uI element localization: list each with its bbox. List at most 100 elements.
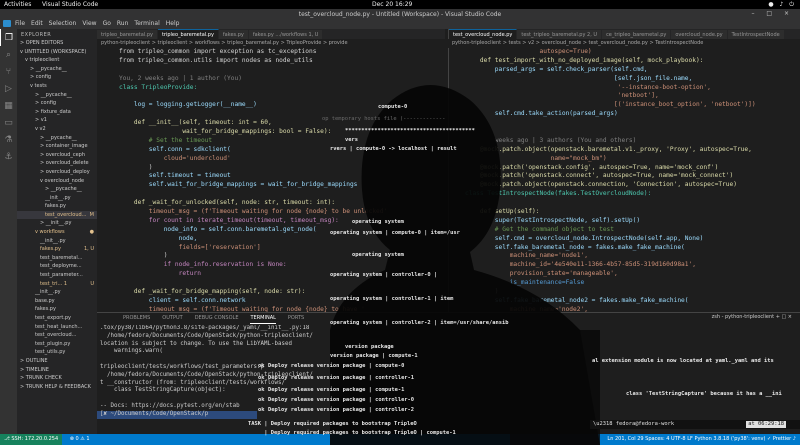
tree-item[interactable]: test_overcloud... M	[17, 210, 97, 220]
menu-terminal[interactable]: Terminal	[134, 19, 159, 29]
menu-selection[interactable]: Selection	[49, 19, 77, 29]
editor-tab[interactable]: TestIntrospectNode	[727, 30, 785, 39]
clock[interactable]: Dec 20 16:29	[372, 1, 412, 8]
panel-tab-problems[interactable]: PROBLEMS	[123, 313, 150, 323]
tree-item[interactable]: fakes.py	[17, 305, 97, 314]
terminal-selector[interactable]: zsh - python-tripleoclient + □ ×	[712, 314, 792, 320]
panel-tab-terminal[interactable]: TERMINAL	[250, 313, 276, 324]
tree-item[interactable]: v workflows ●	[17, 228, 97, 237]
source-control-icon[interactable]: ⑂	[0, 63, 17, 80]
tree-item[interactable]: > overcloud_deploy	[17, 168, 97, 177]
editor-tab[interactable]: test_overcloud_node.py	[449, 29, 518, 39]
tree-item[interactable]: > container_image	[17, 142, 97, 151]
code-line: autospec=True)	[465, 48, 592, 55]
tree-item[interactable]: test_overcloud...	[17, 331, 97, 340]
tree-item[interactable]: v tests	[17, 82, 97, 91]
tree-item[interactable]: test_tri... 1 U	[17, 280, 97, 289]
code-line: @mock.patch('openstack.config', autospec…	[465, 163, 719, 171]
tree-item[interactable]: > overcloud_delete	[17, 159, 97, 168]
tree-item[interactable]: > __pycache__	[17, 65, 97, 74]
testing-icon[interactable]: ⚗	[0, 131, 17, 148]
tree-item[interactable]: v UNTITLED (WORKSPACE)	[17, 48, 97, 57]
editor-tab[interactable]: overcloud_node.py	[671, 30, 728, 39]
tree-item[interactable]: fakes.py	[17, 202, 97, 211]
menu-run[interactable]: Run	[117, 19, 129, 29]
tree-item[interactable]: test_plugin.py	[17, 340, 97, 349]
docker-icon[interactable]: ⚓	[0, 148, 17, 165]
menu-edit[interactable]: Edit	[31, 19, 43, 29]
terminal-line: t __constructor (from: tripleoclient/tes…	[100, 379, 285, 386]
breadcrumb-left[interactable]: python-tripleoclient > tripleoclient > w…	[97, 40, 445, 47]
terminal-line: tripleoclient/tests/workflows/test_param…	[100, 363, 265, 370]
code-line: def test_import_with_no_deployed_image(s…	[465, 56, 704, 64]
tree-item[interactable]: > fixture_data	[17, 108, 97, 117]
tree-item[interactable]: v tripleoclient	[17, 56, 97, 65]
breadcrumb-right[interactable]: python-tripleoclient > tests > v2 > over…	[448, 40, 800, 47]
tree-item-label: v tests	[30, 82, 47, 89]
tree-item[interactable]: test_baremetal...	[17, 254, 97, 263]
extensions-icon[interactable]: ▦	[0, 97, 17, 114]
activities-button[interactable]: Activities	[4, 1, 31, 8]
code-editor-right[interactable]: autospec=True) def test_import_with_no_d…	[448, 48, 800, 312]
remote-indicator[interactable]: ⎇ SSH: 172.20.0.254	[0, 434, 63, 445]
tree-item-label: v tripleoclient	[25, 57, 60, 64]
tree-item[interactable]: > __pycache__	[17, 91, 97, 100]
remote-explorer-icon[interactable]: ▭	[0, 114, 17, 131]
tree-item[interactable]: __init__.py	[17, 237, 97, 246]
window-controls[interactable]: – □ ×	[751, 10, 794, 17]
system-tray[interactable]: ● ♪ ⏻	[768, 1, 796, 9]
editor-tab[interactable]: fakes.py	[218, 30, 249, 39]
menu-help[interactable]: Help	[166, 19, 180, 29]
tree-item-label: > overcloud_ceph	[40, 151, 86, 158]
menu-go[interactable]: Go	[103, 19, 111, 29]
code-editor-left[interactable]: from tripleo_common import exception as …	[97, 48, 445, 312]
status-right-items[interactable]: Ln 201, Col 29 Spaces: 4 UTF-8 LF Python…	[607, 434, 796, 445]
tree-item[interactable]: > TRUNK CHECK	[17, 374, 97, 383]
tree-item[interactable]: > OUTLINE	[17, 357, 97, 366]
tree-item[interactable]: test_parameter...	[17, 271, 97, 280]
files-icon[interactable]: ❐	[0, 29, 17, 46]
app-menu[interactable]: Visual Studio Code	[42, 1, 98, 8]
editor-tab[interactable]: test_tripleo_baremetal.py 2, U	[517, 30, 603, 39]
tree-item-label: > config	[30, 74, 52, 81]
editor-tab[interactable]: tripleo_baremetal.py	[157, 29, 219, 39]
editor-tab[interactable]: tripleo_baremetal.py	[97, 30, 158, 39]
tree-item-label: test_utils.py	[35, 349, 66, 356]
tree-item[interactable]: > config	[17, 99, 97, 108]
tree-item[interactable]: __init__.py	[17, 288, 97, 297]
code-line: self.cmd = overcloud_node.IntrospectNode…	[465, 234, 704, 242]
tree-item[interactable]: fakes.py 1, U	[17, 245, 97, 254]
run-debug-icon[interactable]: ▷	[0, 80, 17, 97]
tree-item[interactable]: > __pycache__	[17, 134, 97, 143]
panel-tab-output[interactable]: OUTPUT	[162, 313, 182, 323]
panel-tab-ports[interactable]: PORTS	[288, 313, 304, 323]
tree-item[interactable]: __init__.py	[17, 194, 97, 203]
panel-tab-debug-console[interactable]: DEBUG CONSOLE	[195, 313, 239, 323]
editor-tab[interactable]: ce_tripleo_baremetal.py	[602, 30, 672, 39]
editor-tab[interactable]: fakes.py .../workflows 1, U	[248, 30, 324, 39]
tree-item[interactable]: test_deployme...	[17, 262, 97, 271]
tree-item[interactable]: > TIMELINE	[17, 366, 97, 375]
tree-item[interactable]: > config	[17, 73, 97, 82]
tree-item[interactable]: test_export.py	[17, 314, 97, 323]
tree-item[interactable]: base.py	[17, 297, 97, 306]
tree-item-label: > TIMELINE	[20, 366, 49, 373]
tree-item[interactable]: > OPEN EDITORS	[17, 39, 97, 48]
tree-item[interactable]: test_utils.py	[17, 348, 97, 357]
tree-item[interactable]: > v1	[17, 116, 97, 125]
terminal[interactable]: .tox/py38/lib64/python3.8/site-packages/…	[97, 325, 800, 435]
menu-view[interactable]: View	[82, 19, 96, 29]
tree-item[interactable]: > overcloud_ceph	[17, 151, 97, 160]
tree-item[interactable]: v v2	[17, 125, 97, 134]
tree-item[interactable]: > TRUNK HELP & FEEDBACK	[17, 383, 97, 392]
problems-indicator[interactable]: ⊗ 0 ⚠ 1	[70, 436, 90, 442]
menu-file[interactable]: File	[15, 19, 25, 29]
code-line: machine_id='4e540e11-1366-4b57-85d5-319d…	[465, 261, 696, 269]
tree-item[interactable]: test_heat_launch...	[17, 323, 97, 332]
tree-item[interactable]: v overcloud_node	[17, 177, 97, 186]
search-icon[interactable]: ⌕	[0, 46, 17, 63]
tree-item[interactable]: > __pycache__	[17, 185, 97, 194]
code-line: timeout_msg = (f'Timeout waiting for nod…	[119, 208, 388, 216]
tree-item[interactable]: > __init__.py	[17, 219, 97, 228]
